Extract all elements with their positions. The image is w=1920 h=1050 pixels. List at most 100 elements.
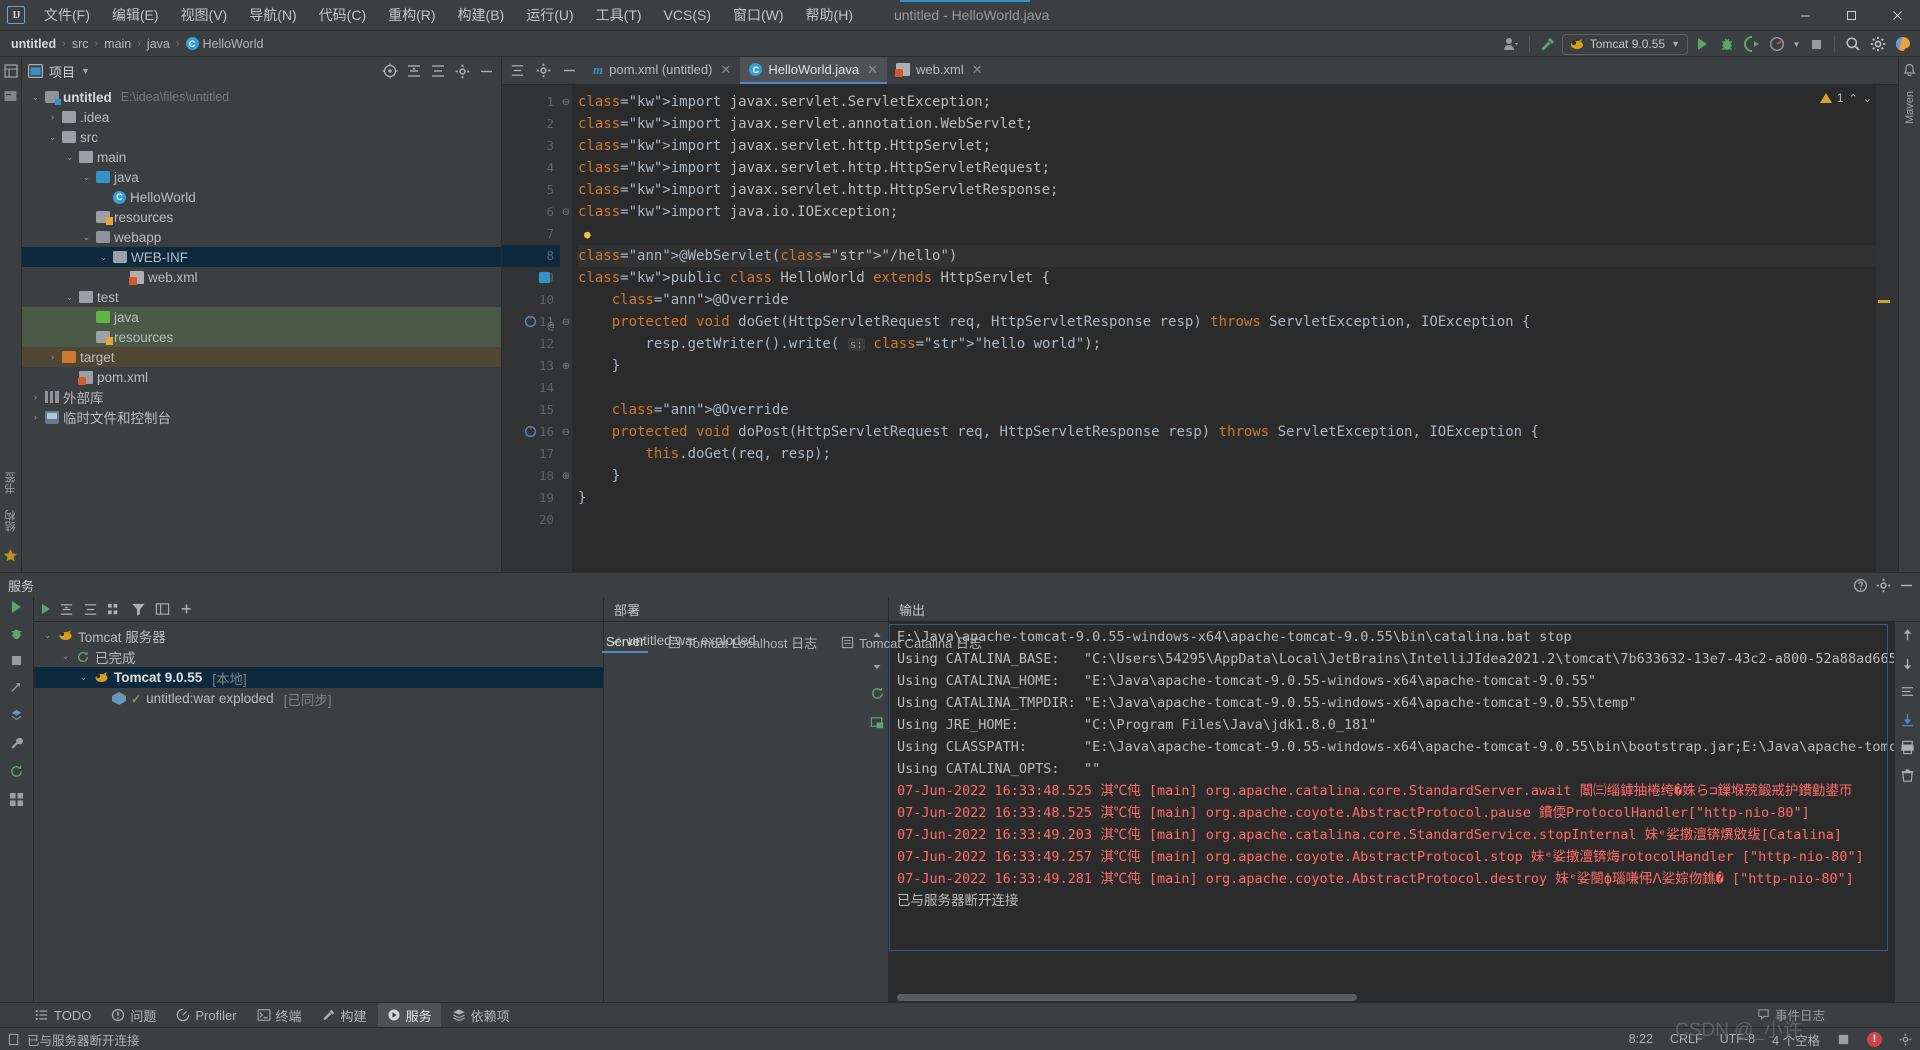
- chevron-down-icon[interactable]: ⌄: [81, 232, 92, 243]
- project-tree-row[interactable]: ⌄ test: [22, 287, 501, 307]
- code-line[interactable]: class="kw">import java.io.IOException;: [578, 201, 1876, 223]
- run-with-coverage-button[interactable]: [1741, 33, 1763, 55]
- user-account-icon[interactable]: [1500, 33, 1522, 55]
- services-debug-button[interactable]: [9, 626, 24, 641]
- menu-item-4[interactable]: 代码(C): [308, 2, 377, 28]
- services-restart-icon[interactable]: [9, 764, 24, 779]
- chevron-down-icon[interactable]: ⌄: [78, 672, 89, 683]
- chevron-down-icon[interactable]: ⌄: [30, 92, 41, 103]
- code-line[interactable]: class="kw">import javax.servlet.http.Htt…: [578, 157, 1876, 179]
- project-tree-row[interactable]: › target: [22, 347, 501, 367]
- services-stop-button[interactable]: [10, 654, 23, 667]
- project-tree-row[interactable]: ⌄ java: [22, 167, 501, 187]
- services-tree-row[interactable]: ⌄ 已完成: [34, 646, 603, 667]
- console-scroll-up-icon[interactable]: [1900, 628, 1915, 643]
- project-tree-row[interactable]: › .idea: [22, 107, 501, 127]
- close-button[interactable]: [1874, 0, 1920, 31]
- tool-window-button-终端[interactable]: 终端: [248, 1003, 311, 1028]
- chevron-down-icon[interactable]: ⌄: [42, 630, 53, 641]
- prev-problem-icon[interactable]: ⌃: [1849, 92, 1858, 105]
- line-number[interactable]: 3: [502, 135, 560, 157]
- override-marker-icon[interactable]: [524, 315, 538, 329]
- services-collapse-all-icon[interactable]: [83, 602, 98, 617]
- warning-marker[interactable]: [1878, 300, 1890, 303]
- select-opened-file-icon[interactable]: [379, 60, 401, 82]
- menu-item-8[interactable]: 工具(T): [585, 2, 653, 28]
- chevron-down-icon[interactable]: ⌄: [64, 292, 75, 303]
- build-hammer-icon[interactable]: [1537, 33, 1559, 55]
- editor-inspection-widget[interactable]: 1 ⌃ ⌄: [1819, 91, 1872, 105]
- gear-icon[interactable]: [1867, 33, 1889, 55]
- run-button[interactable]: [1691, 33, 1713, 55]
- left-rail-structure-label[interactable]: 结构: [3, 510, 19, 532]
- services-group-icon[interactable]: [107, 602, 122, 617]
- line-number[interactable]: 13: [502, 355, 560, 377]
- services-tree[interactable]: ⌄ Tomcat 服务器 ⌄ 已完成 ⌄ Tomcat 9.0.55 [本地] ✓ untitl…: [34, 622, 603, 1002]
- project-tree-row[interactable]: pom.xml: [22, 367, 501, 387]
- intention-bulb-icon[interactable]: ●: [584, 228, 591, 241]
- profiler-button[interactable]: [1766, 33, 1788, 55]
- close-icon[interactable]: ✕: [972, 62, 983, 78]
- project-panel-dropdown-icon[interactable]: ▼: [81, 66, 90, 76]
- menu-item-1[interactable]: 编辑(E): [101, 2, 170, 28]
- code-line[interactable]: }: [578, 465, 1876, 487]
- tool-window-button-依赖项[interactable]: 依赖项: [443, 1003, 519, 1028]
- console-scroll-to-end-icon[interactable]: [1900, 712, 1915, 727]
- code-line[interactable]: class="kw">import javax.servlet.ServletE…: [578, 91, 1876, 113]
- vcs-branch-icon[interactable]: [1837, 1033, 1850, 1046]
- project-tree-row[interactable]: web.xml: [22, 267, 501, 287]
- line-number[interactable]: 7: [502, 223, 560, 245]
- fold-gutter[interactable]: ⊖ ⊖ ⊖ ⊕ ⊖ ⊕: [560, 85, 572, 572]
- services-build-wrench-icon[interactable]: [9, 736, 24, 751]
- minimize-button[interactable]: [1782, 0, 1828, 31]
- code-line[interactable]: }: [578, 355, 1876, 377]
- menu-item-10[interactable]: 窗口(W): [722, 2, 795, 28]
- menu-item-9[interactable]: VCS(S): [653, 4, 722, 26]
- project-settings-gear-icon[interactable]: [451, 60, 473, 82]
- chevron-down-icon[interactable]: ⌄: [60, 651, 71, 662]
- breadcrumb-item-src[interactable]: src: [69, 37, 92, 51]
- notifications-bell-icon[interactable]: [1902, 63, 1918, 79]
- code-fold-toggle[interactable]: ⊕: [560, 465, 572, 487]
- tool-window-button-Profiler[interactable]: Profiler: [167, 1005, 245, 1026]
- editor-gutter[interactable]: 1 2 3 4 5 6 7 8 9 10 11 @12 13 14 15 16 17 18 19 20: [502, 85, 560, 572]
- indent-setting[interactable]: 4 个空格: [1772, 1030, 1820, 1049]
- code-line[interactable]: class="kw">import javax.servlet.http.Htt…: [578, 179, 1876, 201]
- services-expand-all-icon[interactable]: [59, 602, 74, 617]
- line-number[interactable]: 16: [502, 421, 560, 443]
- line-number[interactable]: 4: [502, 157, 560, 179]
- line-number[interactable]: 12: [502, 333, 560, 355]
- line-number[interactable]: 8: [502, 245, 560, 267]
- services-output-tab-1[interactable]: Tomcat Localhost 日志: [664, 631, 821, 654]
- line-number[interactable]: 10: [502, 289, 560, 311]
- editor-tab-1[interactable]: C HelloWorld.java ✕: [740, 57, 888, 84]
- line-number[interactable]: 6: [502, 201, 560, 223]
- project-tree-row[interactable]: ⌄ src: [22, 127, 501, 147]
- file-encoding[interactable]: UTF-8: [1720, 1032, 1755, 1046]
- editor-hide-icon[interactable]: [558, 59, 580, 81]
- maximize-button[interactable]: [1828, 0, 1874, 31]
- console-scroll-down-icon[interactable]: [1900, 656, 1915, 671]
- console-clear-all-icon[interactable]: [1900, 768, 1915, 783]
- tool-window-button-服务[interactable]: 服务: [377, 1002, 441, 1028]
- expand-all-icon[interactable]: [403, 60, 425, 82]
- code-line[interactable]: class="kw">import javax.servlet.annotati…: [578, 113, 1876, 135]
- chevron-right-icon[interactable]: ›: [47, 352, 58, 363]
- line-number[interactable]: 5: [502, 179, 560, 201]
- servlet-marker-icon[interactable]: [538, 271, 552, 285]
- code-line[interactable]: class="kw">import javax.servlet.http.Htt…: [578, 135, 1876, 157]
- services-output-tab-0[interactable]: Server: [602, 632, 649, 653]
- line-number[interactable]: 11 @: [502, 311, 560, 333]
- code-line[interactable]: ●: [578, 223, 1876, 245]
- project-tool-icon[interactable]: [3, 63, 19, 79]
- error-notification-badge[interactable]: !: [1867, 1031, 1882, 1047]
- deployment-redeploy-icon[interactable]: [870, 686, 885, 701]
- close-icon[interactable]: ✕: [867, 62, 878, 78]
- tool-window-button-问题[interactable]: 问题: [102, 1003, 165, 1028]
- console-print-icon[interactable]: [1900, 740, 1915, 755]
- debug-button[interactable]: [1716, 33, 1738, 55]
- line-number[interactable]: 2: [502, 113, 560, 135]
- tabs-collapse-icon[interactable]: [506, 59, 528, 81]
- project-tree-row[interactable]: › 外部库: [22, 387, 501, 407]
- services-filter-icon[interactable]: [131, 602, 146, 617]
